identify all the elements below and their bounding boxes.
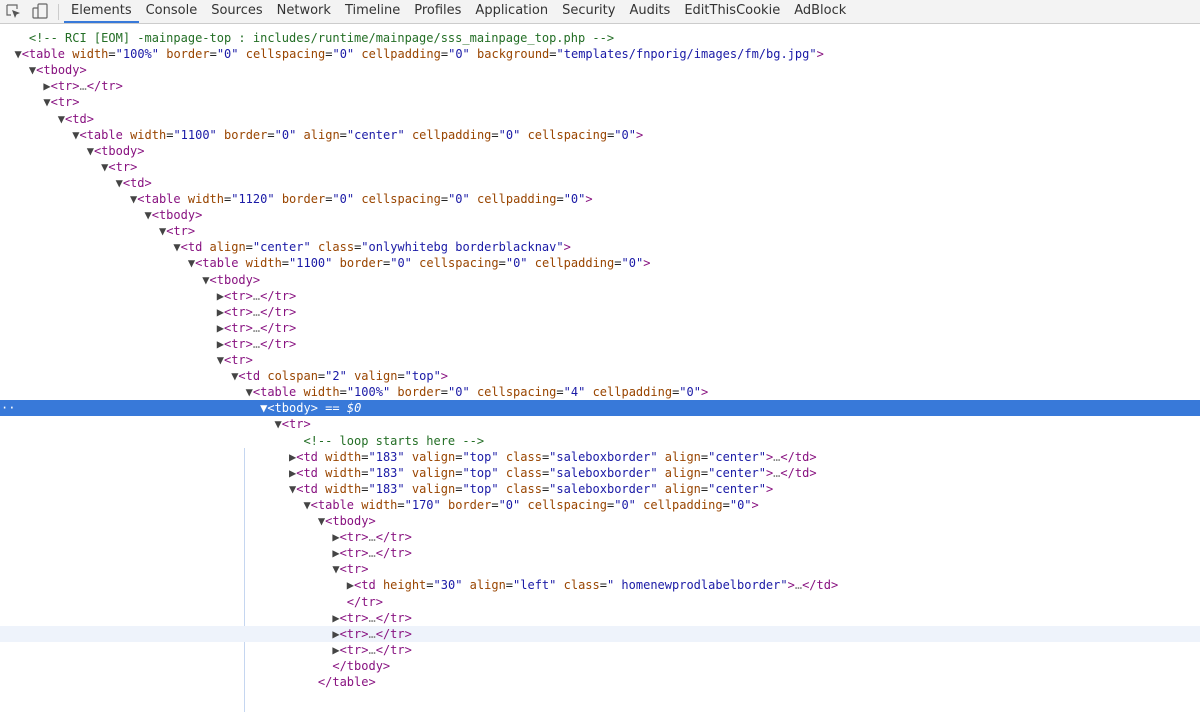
dom-node-line[interactable]: ▶<tr>…</tr> [0,288,1200,304]
dom-node-line[interactable]: ▶<tr>…</tr> [0,78,1200,94]
dom-node-line[interactable]: ▼<td align="center" class="onlywhitebg b… [0,239,1200,255]
tab-security[interactable]: Security [555,0,622,23]
dom-node-line[interactable]: ▼<tr> [0,352,1200,368]
dom-node-line[interactable]: ▼<tr> [0,416,1200,432]
dom-node-line[interactable]: </tbody> [0,658,1200,674]
dom-node-line[interactable]: ▼<tr> [0,159,1200,175]
tab-editthiscookie[interactable]: EditThisCookie [677,0,787,23]
tab-sources[interactable]: Sources [204,0,269,23]
dom-node-line[interactable]: ▼<table width="1100" border="0" cellspac… [0,255,1200,271]
dom-node-line[interactable]: <!-- RCI [EOM] -mainpage-top : includes/… [0,30,1200,46]
dom-node-line[interactable]: ▼<tbody> [0,272,1200,288]
tab-audits[interactable]: Audits [622,0,677,23]
tab-application[interactable]: Application [468,0,555,23]
dom-node-line[interactable]: ▶<td height="30" align="left" class=" ho… [0,577,1200,593]
devtools-toolbar: Elements Console Sources Network Timeline Pro… [0,0,1200,24]
dom-node-line[interactable]: ▼<td width="183" valign="top" class="sal… [0,481,1200,497]
dom-node-line[interactable]: ▼<td colspan="2" valign="top"> [0,368,1200,384]
panel-tabs: Elements Console Sources Network Timeline Pro… [64,0,853,24]
tab-network[interactable]: Network [270,0,338,23]
dom-node-line[interactable]: ▶<tr>…</tr> [0,320,1200,336]
dom-node-line[interactable]: ▼<table width="1100" border="0" align="c… [0,127,1200,143]
tab-timeline[interactable]: Timeline [338,0,407,23]
dom-node-line[interactable]: ▼<tbody> [0,207,1200,223]
dom-node-line[interactable]: ▶<tr>…</tr> [0,304,1200,320]
dom-node-line[interactable]: ▼<td> [0,111,1200,127]
tab-profiles[interactable]: Profiles [407,0,468,23]
tab-console[interactable]: Console [139,0,205,23]
tab-elements[interactable]: Elements [64,0,139,23]
device-toolbar-icon[interactable] [30,2,50,21]
dom-node-line[interactable]: ▶<tr>…</tr> [0,625,1200,642]
selected-dom-node[interactable]: ▼<tbody> == $0 ·· [0,400,1200,417]
dom-node-line[interactable]: ▼<tbody> [0,62,1200,78]
dom-node-line[interactable]: ▼<table width="1120" border="0" cellspac… [0,191,1200,207]
dom-node-line[interactable]: ▼<tbody> [0,513,1200,529]
dom-node-line[interactable]: ▶<td width="183" valign="top" class="sal… [0,465,1200,481]
dom-node-line[interactable]: ▶<tr>…</tr> [0,336,1200,352]
dom-node-line[interactable]: ▶<tr>…</tr> [0,545,1200,561]
dom-node-line[interactable]: ▶<tr>…</tr> [0,610,1200,626]
dom-node-line[interactable]: ▼<tbody> [0,143,1200,159]
dom-node-line[interactable]: ▼<tr> [0,94,1200,110]
toolbar-separator [58,4,59,20]
dom-node-line[interactable]: ▼<td> [0,175,1200,191]
node-actions-dots[interactable]: ·· [1,400,15,416]
dom-node-line[interactable]: ▼<tr> [0,561,1200,577]
dom-node-line[interactable]: ▶<td width="183" valign="top" class="sal… [0,449,1200,465]
dom-node-line[interactable]: ▼<table width="100%" border="0" cellspac… [0,46,1200,62]
select-element-icon[interactable] [4,2,24,21]
dom-node-line[interactable]: <!-- loop starts here --> [0,433,1200,449]
dom-node-line[interactable]: ▶<tr>…</tr> [0,529,1200,545]
tab-adblock[interactable]: AdBlock [787,0,853,23]
dom-node-line[interactable]: ▼<table width="170" border="0" cellspaci… [0,497,1200,513]
dom-node-line[interactable]: ▼<tr> [0,223,1200,239]
dom-node-line[interactable]: </tr> [0,594,1200,610]
dom-node-line[interactable]: ▶<tr>…</tr> [0,642,1200,658]
dom-node-line[interactable]: ▼<table width="100%" border="0" cellspac… [0,384,1200,400]
